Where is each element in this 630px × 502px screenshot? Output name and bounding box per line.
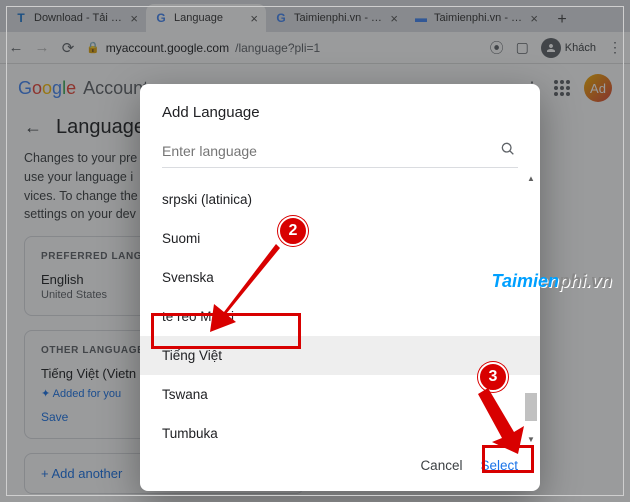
- add-language-dialog: Add Language srpski (latinica) Suomi Sve…: [140, 84, 540, 491]
- list-item[interactable]: Svenska: [140, 258, 540, 297]
- list-item[interactable]: Tswana: [140, 375, 540, 414]
- list-item[interactable]: te reo Māori: [140, 297, 540, 336]
- language-search-input[interactable]: [162, 135, 518, 167]
- list-item[interactable]: Suomi: [140, 219, 540, 258]
- search-icon: [500, 141, 516, 162]
- scroll-up-icon[interactable]: ▲: [527, 174, 535, 183]
- search-field-wrap: [162, 135, 518, 168]
- list-item[interactable]: srpski (latinica): [140, 180, 540, 219]
- language-list[interactable]: srpski (latinica) Suomi Svenska te reo M…: [140, 174, 540, 444]
- dialog-title: Add Language: [140, 104, 540, 135]
- list-item-selected[interactable]: Tiếng Việt: [140, 336, 540, 375]
- select-button[interactable]: Select: [480, 458, 518, 473]
- scrollbar[interactable]: ▲ ▼: [524, 174, 538, 444]
- scroll-down-icon[interactable]: ▼: [527, 435, 535, 444]
- dialog-actions: Cancel Select: [140, 444, 540, 479]
- scrollbar-thumb[interactable]: [525, 393, 537, 421]
- list-item[interactable]: Tumbuka: [140, 414, 540, 444]
- cancel-button[interactable]: Cancel: [420, 458, 462, 473]
